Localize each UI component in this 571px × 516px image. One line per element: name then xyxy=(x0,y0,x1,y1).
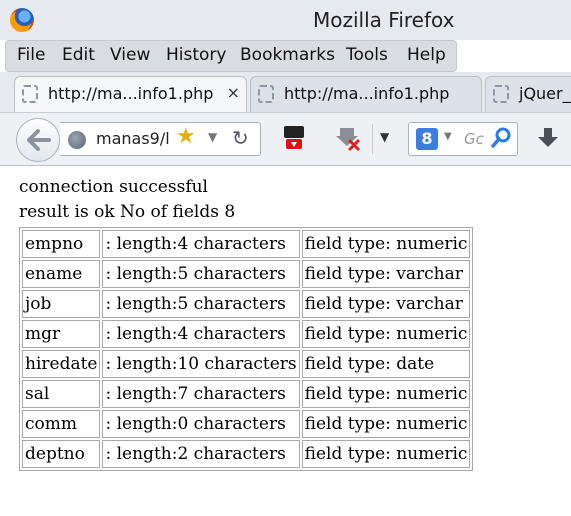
tab-1[interactable]: http://ma...info1.php × xyxy=(14,76,247,112)
tab-3[interactable]: jQuer_ xyxy=(485,76,571,112)
field-type-cell: field type: varchar xyxy=(301,290,471,318)
field-length-cell: : length:5 characters xyxy=(102,260,300,288)
menu-bar: File Edit View History Bookmarks Tools H… xyxy=(5,40,457,72)
field-name-cell: deptno xyxy=(22,440,101,468)
table-row: job: length:5 characters field type: varc… xyxy=(22,290,471,318)
field-name-cell: ename xyxy=(22,260,101,288)
url-text[interactable]: manas9/l xyxy=(96,129,170,148)
fields-table: empno: length:4 characters field type: nu… xyxy=(19,227,474,471)
field-type-cell: field type: numeric xyxy=(301,410,471,438)
search-engine-dropdown-icon[interactable]: ▼ xyxy=(444,131,452,142)
bookmark-star-icon[interactable]: ★ xyxy=(176,124,196,149)
field-name-cell: empno xyxy=(22,230,101,258)
title-bar: Mozilla Firefox xyxy=(0,0,571,40)
youtube-downloader-icon[interactable] xyxy=(283,124,305,152)
page-favicon-icon xyxy=(493,85,509,103)
back-arrow-icon xyxy=(27,129,51,151)
search-engine-google-icon[interactable]: 8 xyxy=(416,128,438,150)
tab-title: http://ma...info1.php xyxy=(48,84,214,103)
table-row: sal: length:7 characters field type: nume… xyxy=(22,380,471,408)
connection-status-text: connection successful xyxy=(19,177,208,197)
result-status-text: result is ok No of fields 8 xyxy=(19,202,236,222)
field-length-cell: : length:5 characters xyxy=(102,290,300,318)
url-history-dropdown-icon[interactable]: ▼ xyxy=(208,130,217,144)
table-row: deptno: length:2 characters field type: n… xyxy=(22,440,471,468)
table-row: comm: length:0 characters field type: num… xyxy=(22,410,471,438)
field-type-cell: field type: numeric xyxy=(301,230,471,258)
field-length-cell: : length:4 characters xyxy=(102,320,300,348)
menu-help[interactable]: Help xyxy=(407,45,446,65)
menu-tools[interactable]: Tools xyxy=(346,45,388,65)
field-name-cell: sal xyxy=(22,380,101,408)
field-type-cell: field type: numeric xyxy=(301,380,471,408)
search-placeholder[interactable]: Gc xyxy=(464,130,484,148)
table-row: mgr: length:4 characters field type: nume… xyxy=(22,320,471,348)
field-length-cell: : length:4 characters xyxy=(102,230,300,258)
page-favicon-icon xyxy=(258,85,274,103)
field-name-cell: mgr xyxy=(22,320,101,348)
table-row: hiredate: length:10 characters field type… xyxy=(22,350,471,378)
field-length-cell: : length:7 characters xyxy=(102,380,300,408)
tab-2[interactable]: http://ma...info1.php xyxy=(250,76,482,112)
field-type-cell: field type: date xyxy=(301,350,471,378)
menu-view[interactable]: View xyxy=(110,45,150,65)
menu-edit[interactable]: Edit xyxy=(62,45,95,65)
field-type-cell: field type: numeric xyxy=(301,440,471,468)
field-name-cell: job xyxy=(22,290,101,318)
toolbar-separator xyxy=(372,124,373,154)
menu-file[interactable]: File xyxy=(17,45,45,65)
menu-bookmarks[interactable]: Bookmarks xyxy=(240,45,335,65)
downloads-icon[interactable] xyxy=(536,124,560,152)
menu-history[interactable]: History xyxy=(166,45,226,65)
tab-strip: http://ma...info1.php × http://ma...info… xyxy=(0,72,571,112)
close-tab-icon[interactable]: × xyxy=(227,83,240,102)
tab-title: http://ma...info1.php xyxy=(284,84,450,103)
field-length-cell: : length:10 characters xyxy=(102,350,300,378)
window-title: Mozilla Firefox xyxy=(313,8,455,32)
download-blocked-icon[interactable] xyxy=(336,124,362,152)
tab-title: jQuer_ xyxy=(519,84,571,103)
back-button[interactable] xyxy=(16,118,60,162)
field-length-cell: : length:0 characters xyxy=(102,410,300,438)
toolbar-dropdown-icon[interactable]: ▼ xyxy=(380,130,389,144)
field-name-cell: comm xyxy=(22,410,101,438)
field-type-cell: field type: varchar xyxy=(301,260,471,288)
table-row: ename: length:5 characters field type: va… xyxy=(22,260,471,288)
field-name-cell: hiredate xyxy=(22,350,101,378)
field-length-cell: : length:2 characters xyxy=(102,440,300,468)
site-identity-globe-icon[interactable] xyxy=(68,131,86,149)
page-favicon-icon xyxy=(22,85,38,103)
search-icon[interactable] xyxy=(490,127,512,149)
reload-icon[interactable]: ↻ xyxy=(232,126,249,150)
field-type-cell: field type: numeric xyxy=(301,320,471,348)
table-row: empno: length:4 characters field type: nu… xyxy=(22,230,471,258)
